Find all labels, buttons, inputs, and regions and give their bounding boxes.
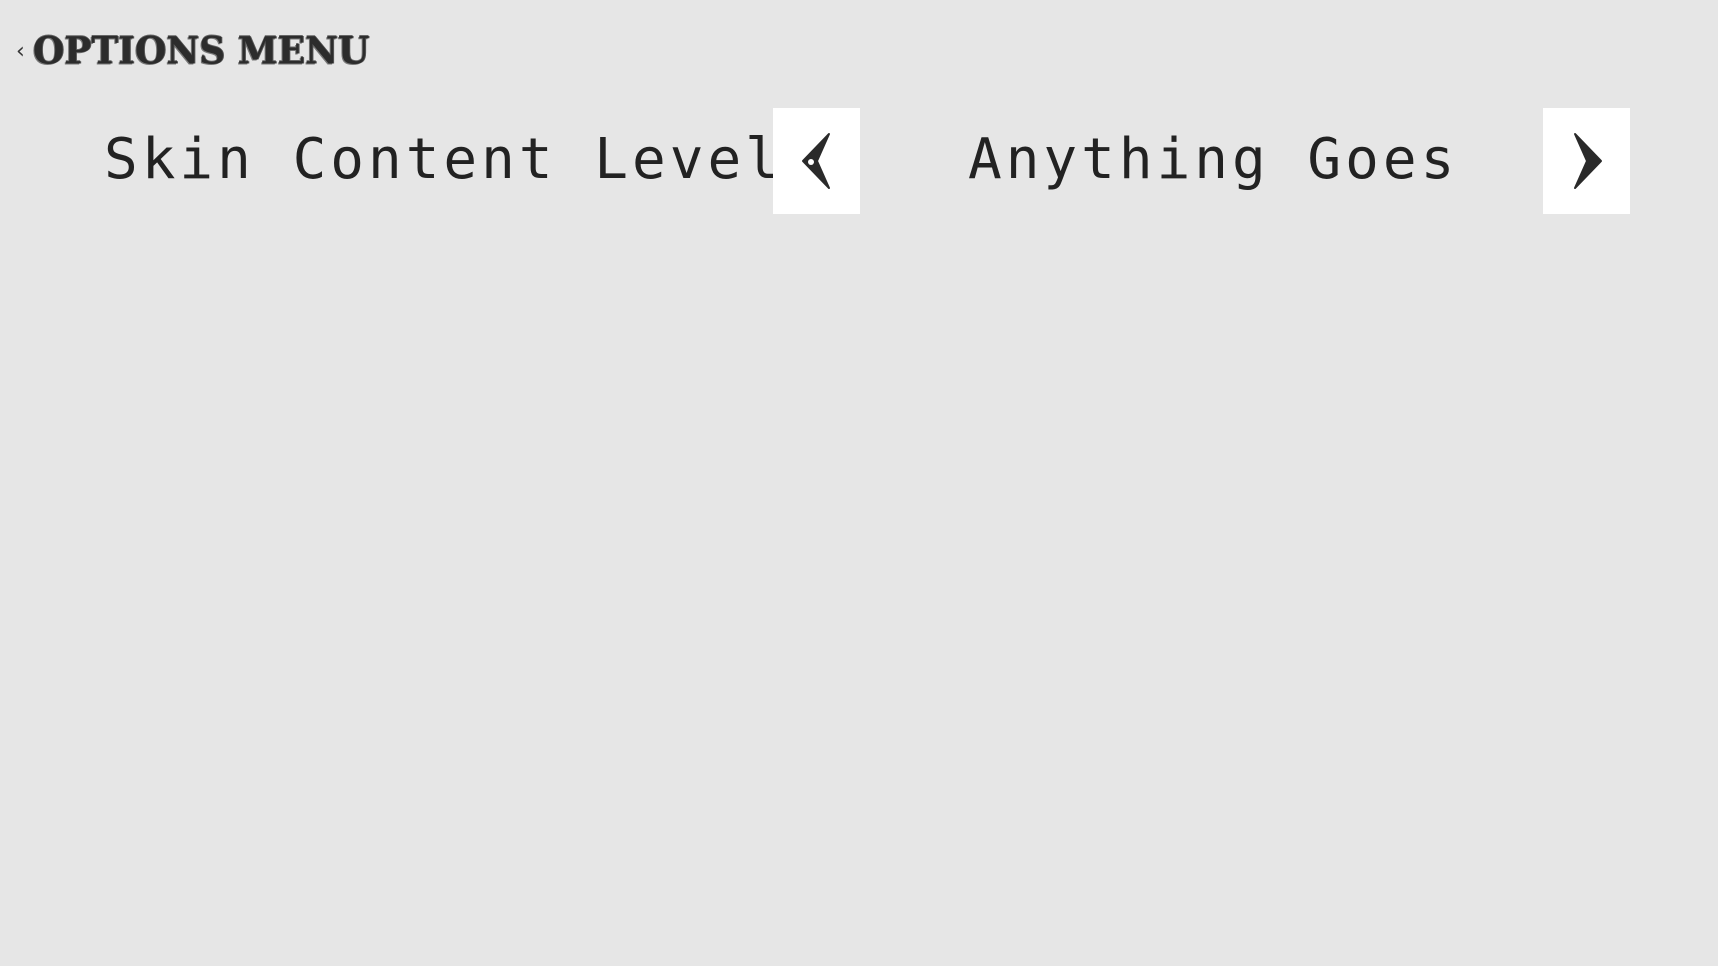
chevron-right-icon <box>1573 133 1602 189</box>
back-to-options-menu-button[interactable]: ‹ Options Menu <box>16 29 369 73</box>
options-screen: { "header": { "back_chevron": "‹", "titl… <box>0 0 1718 966</box>
skin-content-level-option: Skin Content Level Anything Goes <box>0 108 1718 214</box>
next-value-button[interactable] <box>1543 108 1630 214</box>
back-chevron-icon[interactable]: ‹ <box>16 41 25 63</box>
options-menu-title[interactable]: Options Menu <box>33 29 369 73</box>
previous-value-button[interactable] <box>773 108 860 214</box>
option-value: Anything Goes <box>968 127 1459 192</box>
chevron-left-icon <box>801 133 830 189</box>
option-label: Skin Content Level <box>104 127 783 192</box>
